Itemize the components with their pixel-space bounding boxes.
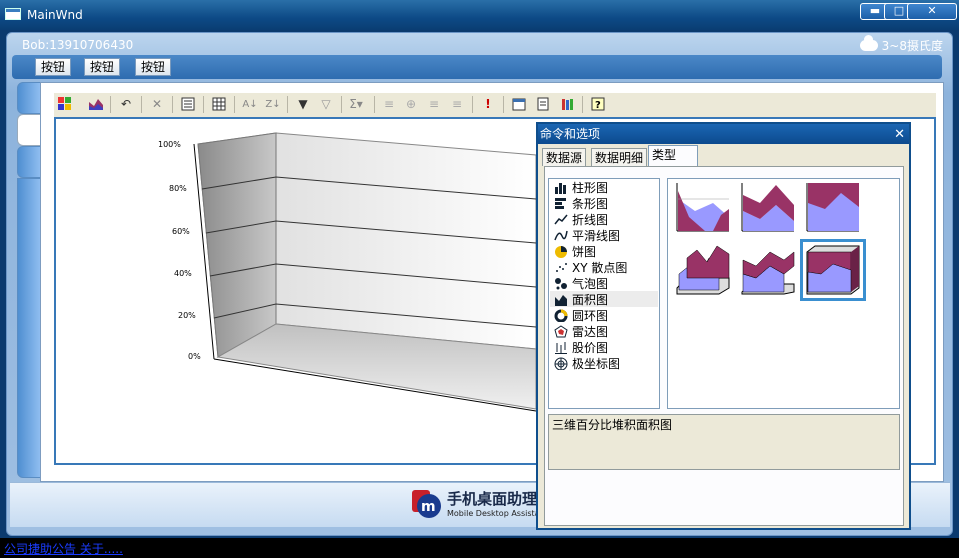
help-icon[interactable]: ? [590,96,606,112]
list-item-stock[interactable]: 股价图 [554,339,608,355]
chart-type-icon[interactable] [88,96,104,112]
radar-chart-icon [554,324,568,338]
side-tab-3[interactable] [17,146,41,178]
smooth-line-icon [554,229,568,242]
line-chart-icon [554,213,568,226]
y-tick-label: 80% [169,184,187,193]
list-item-smooth-line[interactable]: 平滑线图 [554,227,620,243]
list-item-line[interactable]: 折线图 [554,211,608,227]
tab-data-source[interactable]: 数据源 [542,148,587,166]
bar-chart-icon [554,197,568,210]
close-button[interactable]: ✕ [907,3,957,20]
weather-widget: 3~8摄氏度 [859,35,943,54]
separator [172,96,173,113]
svg-text:?: ? [595,100,601,111]
alert-icon[interactable]: ! [480,96,496,112]
window-icon [5,8,21,20]
main-window: MainWnd ▬ □ ✕ Bob:13910706430 3~8摄氏度 按钮 … [0,0,959,558]
list-item-doughnut[interactable]: 圆环图 [554,307,608,323]
doughnut-chart-icon [554,309,568,322]
books-icon[interactable] [559,96,575,112]
list-item-bubble[interactable]: 气泡图 [554,275,608,291]
list-item-scatter[interactable]: XY 散点图 [554,259,627,275]
separator [582,96,583,113]
bubble-chart-icon [554,277,568,290]
field-icon-4[interactable]: ≡ [449,96,465,112]
dialog-close-icon[interactable]: ✕ [894,125,905,145]
separator [287,96,288,113]
user-label: Bob:13910706430 [22,38,134,52]
y-tick-label: 20% [178,311,196,320]
subtype-3d-stacked-area[interactable] [740,244,796,296]
field-icon-2[interactable]: ⊕ [403,96,419,112]
sort-asc-icon[interactable]: A↓ [242,96,258,112]
column-chart-icon [554,181,568,194]
top-button-2[interactable]: 按钮 [84,58,121,76]
y-tick-label: 0% [188,352,201,361]
app-logo: m 手机桌面助理 Mobile Desktop Assista [410,486,540,520]
title-bar[interactable]: MainWnd ▬ □ ✕ [0,0,959,30]
separator [110,96,111,113]
y-tick-label: 60% [172,227,190,236]
separator [203,96,204,113]
logo-title: 手机桌面助理 [447,490,538,508]
datasheet-icon[interactable] [211,96,227,112]
pie-chart-icon [554,245,568,258]
subtype-description: 三维百分比堆积面积图 [548,414,900,470]
y-tick-label: 40% [174,269,192,278]
side-panel-strip [17,178,41,478]
filter-icon[interactable]: ▼ [295,96,311,112]
separator [503,96,504,113]
field-icon-1[interactable]: ≡ [381,96,397,112]
clear-filter-icon[interactable]: ▽ [318,96,334,112]
delete-icon[interactable]: ✕ [149,96,165,112]
list-item-area[interactable]: 面积图 [550,291,658,307]
logo-mark-icon: m [410,486,444,520]
chart-wizard-icon[interactable] [57,96,73,112]
logo-subtitle: Mobile Desktop Assista [447,509,540,518]
subtype-3d-percent-stacked-area[interactable] [800,239,866,301]
list-item-pie[interactable]: 饼图 [554,243,596,259]
tab-data-detail[interactable]: 数据明细 [591,148,648,166]
subtype-area[interactable] [675,181,731,233]
subtype-percent-stacked-area[interactable] [805,181,861,233]
separator [341,96,342,113]
y-tick-label: 100% [158,140,181,149]
scatter-chart-icon [554,261,568,274]
tab-type[interactable]: 类型 [648,145,698,167]
dialog-title: 命令和选项 [540,127,601,141]
dialog-title-bar[interactable]: 命令和选项 ✕ [538,124,909,144]
top-button-1[interactable]: 按钮 [35,58,72,76]
properties-icon[interactable] [180,96,196,112]
window-title: MainWnd [27,8,83,22]
subtype-3d-area[interactable] [675,244,731,296]
page-icon[interactable] [535,96,551,112]
sum-icon[interactable]: Σ▾ [348,96,364,112]
subtype-stacked-area[interactable] [740,181,796,233]
area-chart-icon [554,293,568,306]
field-icon-3[interactable]: ≡ [426,96,442,112]
status-link[interactable]: 公司捷助公告 关于..... [4,540,123,557]
export-icon[interactable] [511,96,527,112]
list-item-polar[interactable]: 极坐标图 [554,355,620,371]
undo-icon[interactable]: ↶ [118,96,134,112]
svg-text:m: m [421,499,436,515]
polar-chart-icon [554,357,568,370]
side-tab-2[interactable] [17,114,41,146]
list-item-column[interactable]: 柱形图 [554,179,608,195]
separator [374,96,375,113]
separator [141,96,142,113]
sort-desc-icon[interactable]: Z↓ [265,96,281,112]
separator [472,96,473,113]
list-item-bar[interactable]: 条形图 [554,195,608,211]
top-button-3[interactable]: 按钮 [135,58,172,76]
cloud-icon [859,35,878,51]
weather-text: 3~8摄氏度 [881,39,943,53]
status-bar [0,538,959,558]
separator [234,96,235,113]
side-tab-1[interactable] [17,82,41,114]
stock-chart-icon [554,341,568,354]
list-item-radar[interactable]: 雷达图 [554,323,608,339]
